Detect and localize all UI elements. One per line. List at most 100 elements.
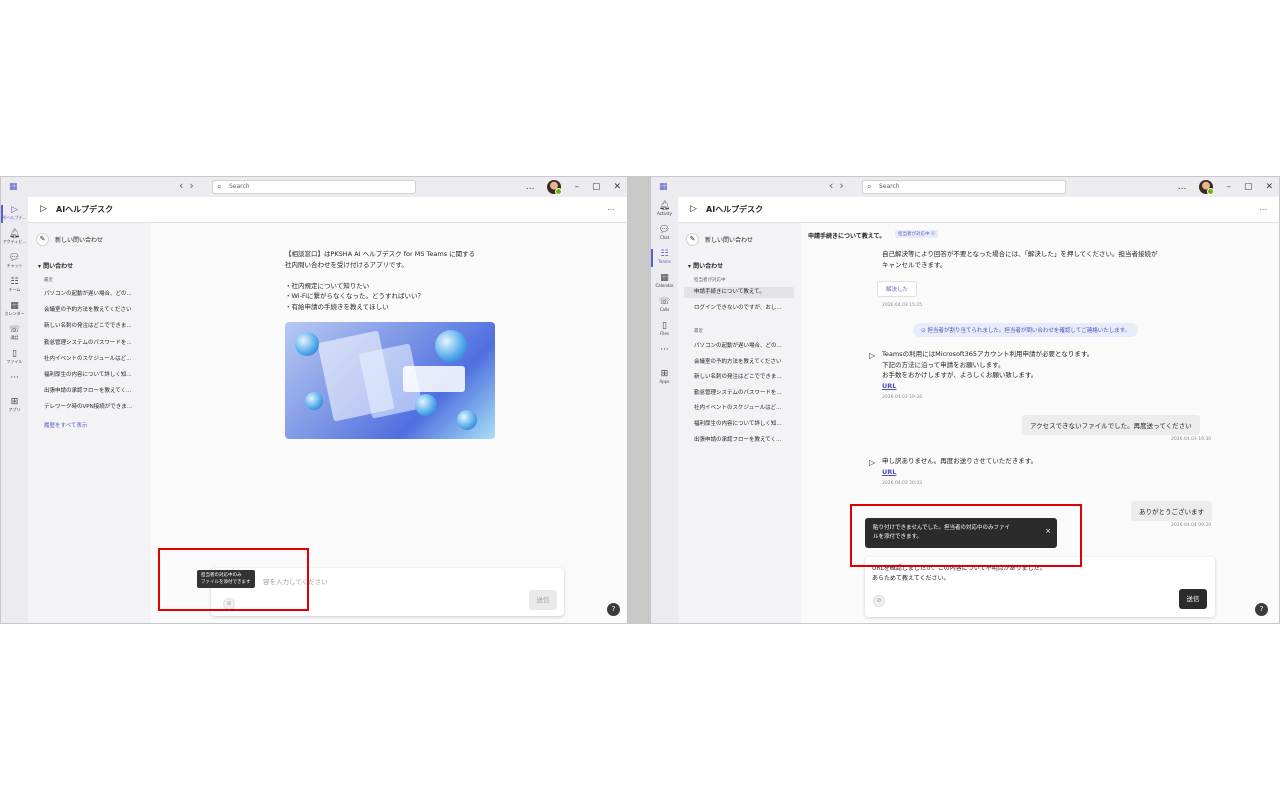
more-options-icon[interactable]: ...	[526, 182, 535, 192]
attach-file-icon[interactable]: ⊘	[873, 595, 885, 607]
minimize-button[interactable]: –	[1226, 182, 1231, 192]
avatar[interactable]	[1199, 180, 1215, 195]
bot-message: 自己解決等により回答が不要となった場合には、「解決した」を押してください。担当者…	[882, 250, 1158, 269]
teams-logo-icon: ▦	[659, 182, 668, 192]
close-button[interactable]: ✕	[613, 182, 621, 192]
rail-label: Activity	[657, 211, 672, 216]
more-options-icon[interactable]: ...	[1178, 182, 1187, 192]
history-nav[interactable]: ‹›	[179, 179, 200, 192]
list-item[interactable]: テレワーク時のVPN接続ができま...	[44, 402, 146, 413]
maximize-button[interactable]: ▢	[1244, 182, 1253, 192]
rail-item-more-icon[interactable]: ···	[1, 373, 28, 383]
history-nav[interactable]: ‹›	[829, 179, 850, 192]
list-item[interactable]: 新しい名刺の発注はどこでできま...	[694, 372, 796, 383]
list-item[interactable]: パソコンの起動が遅い場合、どの...	[694, 341, 796, 352]
rail-label: 通話	[10, 335, 19, 340]
search-input[interactable]: ⌕ Search	[862, 180, 1066, 194]
chat-icon: 💬︎	[8, 253, 21, 263]
show-all-history-link[interactable]: 履歴をすべて表示	[44, 421, 87, 429]
calendar-icon: ▦	[660, 273, 669, 283]
list-item[interactable]: 勤怠管理システムのパスワードを...	[44, 338, 146, 349]
resolved-button[interactable]: 解決した	[877, 281, 918, 297]
rail-item-phone-icon[interactable]: ☏ 通話	[1, 325, 28, 340]
bot-play-icon: ▷	[869, 458, 876, 467]
help-button[interactable]: ?	[1255, 603, 1268, 616]
list-item[interactable]: 出張申請の承認フローを教えてく...	[44, 386, 146, 397]
highlight-box	[850, 504, 1082, 567]
send-button[interactable]: 送信	[529, 590, 557, 610]
conversation-title: 申請手続きについて教えて。	[808, 233, 886, 240]
list-item[interactable]: 新しい名刺の発注はどこでできま...	[44, 321, 146, 332]
rail-label: チーム	[8, 287, 21, 292]
list-item[interactable]: 勤怠管理システムのパスワードを...	[694, 388, 796, 399]
rail-item-teams-icon[interactable]: ☷ Teams	[651, 249, 678, 267]
phone-icon: ☏	[8, 325, 21, 335]
welcome-line: 【相談窓口】はPKSHA AI ヘルプデスク for MS Teams に関する	[285, 250, 476, 258]
rail-item-chat-icon[interactable]: 💬︎ チャット	[1, 253, 28, 268]
rail-item-play-icon[interactable]: ▷ AIヘルプデ...	[1, 205, 28, 223]
list-item[interactable]: 社内イベントのスケジュールはど...	[44, 354, 146, 365]
rail-item-bell-icon[interactable]: 🔔︎ Activity	[651, 201, 678, 216]
close-button[interactable]: ✕	[1265, 182, 1273, 192]
url-link[interactable]: URL	[882, 381, 1202, 392]
url-link[interactable]: URL	[882, 467, 1182, 478]
rail-label: Calendar	[655, 283, 674, 288]
rail-item-apps-icon[interactable]: ⊞ アプリ	[1, 397, 28, 412]
more-icon: ···	[10, 373, 19, 383]
play-icon: ▷	[690, 204, 697, 214]
rail-item-more-icon[interactable]: ···	[651, 345, 678, 355]
title-bar: ▦ ‹› ⌕ Search ... – ▢ ✕	[651, 177, 1279, 197]
minimize-button[interactable]: –	[574, 182, 579, 192]
search-input[interactable]: ⌕ Search	[212, 180, 416, 194]
rail-label: Apps	[659, 379, 670, 384]
rail-item-file-icon[interactable]: ▯ ファイル	[1, 349, 28, 364]
rail-item-chat-icon[interactable]: 💬︎ Chat	[651, 225, 678, 240]
rail-item-phone-icon[interactable]: ☏ Calls	[651, 297, 678, 312]
list-item[interactable]: ログインできないのですが、おし...	[694, 303, 796, 314]
help-button[interactable]: ?	[607, 603, 620, 616]
rail-item-file-icon[interactable]: ▯ Files	[651, 321, 678, 336]
rail-item-apps-icon[interactable]: ⊞ Apps	[651, 369, 678, 384]
list-item[interactable]: 会議室の予約方法を教えてください	[694, 357, 796, 368]
new-inquiry-button[interactable]: ✎ 新しい問い合わせ	[686, 231, 753, 247]
agent-label: 担当者が対応中	[694, 278, 726, 283]
composer-text: URLを確認しましたが、この内容について不明点がありました。 あらためて教えてく…	[872, 565, 1046, 582]
section-header[interactable]: ▾ 問い合わせ	[38, 261, 73, 270]
list-item[interactable]: 出張申請の承認フローを教えてく...	[694, 435, 796, 446]
list-item[interactable]: 社内イベントのスケジュールはど...	[694, 403, 796, 414]
rail-label: Calls	[659, 307, 670, 312]
rail-label: Teams	[658, 259, 671, 264]
new-inquiry-button[interactable]: ✎ 新しい問い合わせ	[36, 231, 103, 247]
rail-item-calendar-icon[interactable]: ▦ カレンダー	[1, 301, 28, 316]
highlight-box	[158, 548, 309, 611]
rail-item-bell-icon[interactable]: 🔔︎ アクティビ...	[1, 229, 28, 244]
rail-label: アプリ	[8, 407, 21, 412]
recent-label: 最近	[44, 278, 53, 283]
app-title: AIヘルプデスク	[706, 205, 764, 214]
list-item-selected[interactable]: 申請手続きについて教えて。	[684, 287, 794, 298]
bell-icon: 🔔︎	[8, 229, 21, 239]
new-inquiry-label: 新しい問い合わせ	[705, 236, 754, 244]
avatar[interactable]	[547, 180, 563, 195]
list-item[interactable]: 福利厚生の内容について詳しく知...	[694, 419, 796, 430]
app-title: AIヘルプデスク	[56, 205, 114, 214]
teams-window-right: ▦ ‹› ⌕ Search ... – ▢ ✕ 🔔︎ Activity 💬︎ Chat…	[650, 176, 1280, 624]
list-item[interactable]: パソコンの起動が遅い場合、どの...	[44, 289, 146, 300]
bot-play-icon: ▷	[869, 351, 876, 360]
section-header[interactable]: ▾ 問い合わせ	[688, 261, 723, 270]
apps-icon: ⊞	[10, 397, 19, 407]
list-item[interactable]: 福利厚生の内容について詳しく知...	[44, 370, 146, 381]
send-button[interactable]: 送信	[1179, 589, 1207, 609]
maximize-button[interactable]: ▢	[592, 182, 601, 192]
apps-icon: ⊞	[660, 369, 669, 379]
rail-item-calendar-icon[interactable]: ▦ Calendar	[651, 273, 678, 288]
list-item[interactable]: 会議室の予約方法を教えてください	[44, 305, 146, 316]
more-options-icon[interactable]: ...	[607, 203, 615, 212]
timestamp: 2026.04.03 20:03	[882, 481, 923, 486]
search-icon: ⌕	[217, 182, 222, 191]
file-icon: ▯	[662, 321, 667, 331]
rail-label: Files	[660, 331, 669, 336]
rail-label: AIヘルプデ...	[2, 215, 27, 220]
rail-item-teams-icon[interactable]: ☷ チーム	[1, 277, 28, 292]
more-options-icon[interactable]: ...	[1259, 203, 1267, 212]
